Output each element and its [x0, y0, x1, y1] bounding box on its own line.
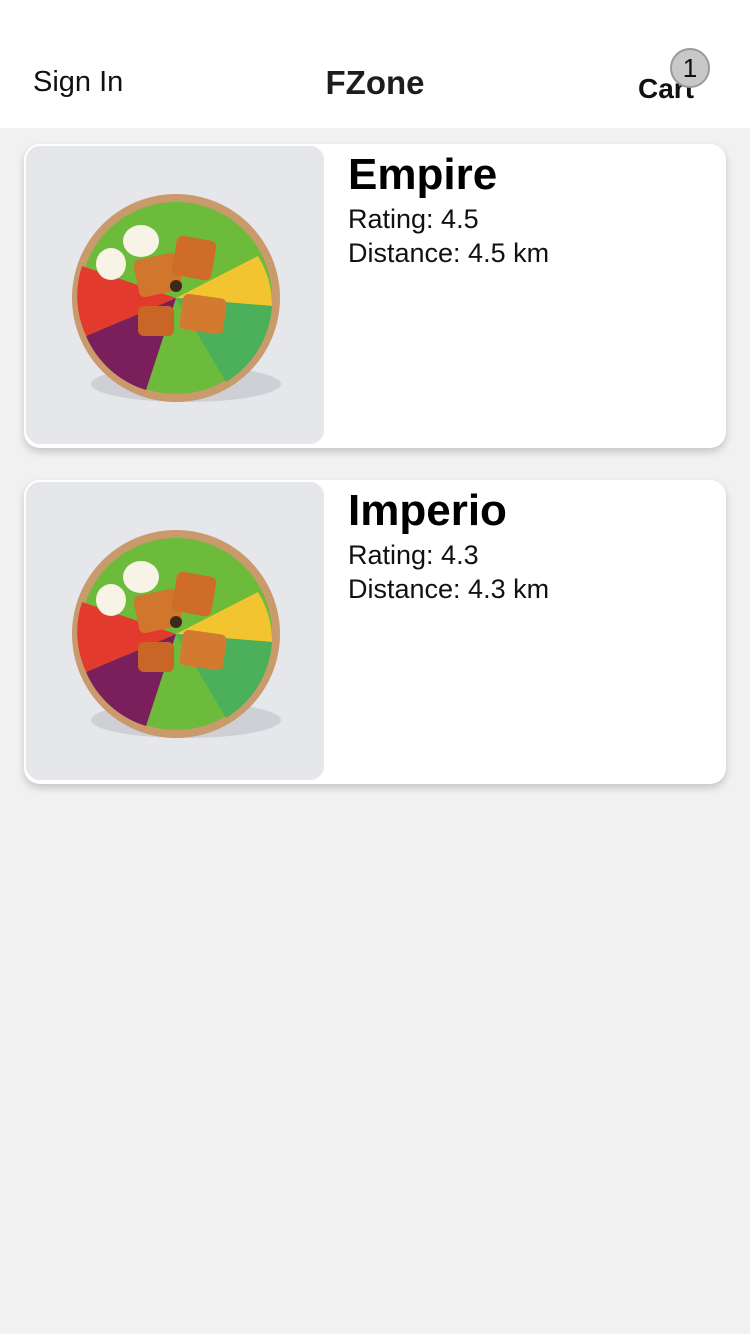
cart-count-badge: 1 — [670, 48, 710, 88]
restaurant-rating: Rating: 4.3 — [348, 540, 479, 570]
restaurant-card[interactable]: Empire Rating: 4.5 Distance: 4.5 km — [24, 144, 726, 448]
top-nav-bar: Sign In FZone Cart 1 — [0, 0, 750, 128]
restaurant-distance: Distance: 4.3 km — [348, 574, 550, 604]
restaurant-card[interactable]: Imperio Rating: 4.3 Distance: 4.3 km — [24, 480, 726, 784]
restaurant-name: Empire — [348, 150, 498, 199]
restaurant-name: Imperio — [348, 486, 507, 535]
restaurant-rating: Rating: 4.5 — [348, 204, 479, 234]
salad-bowl-photo — [24, 144, 326, 446]
salad-bowl-photo — [24, 480, 326, 782]
restaurant-distance: Distance: 4.5 km — [348, 238, 550, 268]
